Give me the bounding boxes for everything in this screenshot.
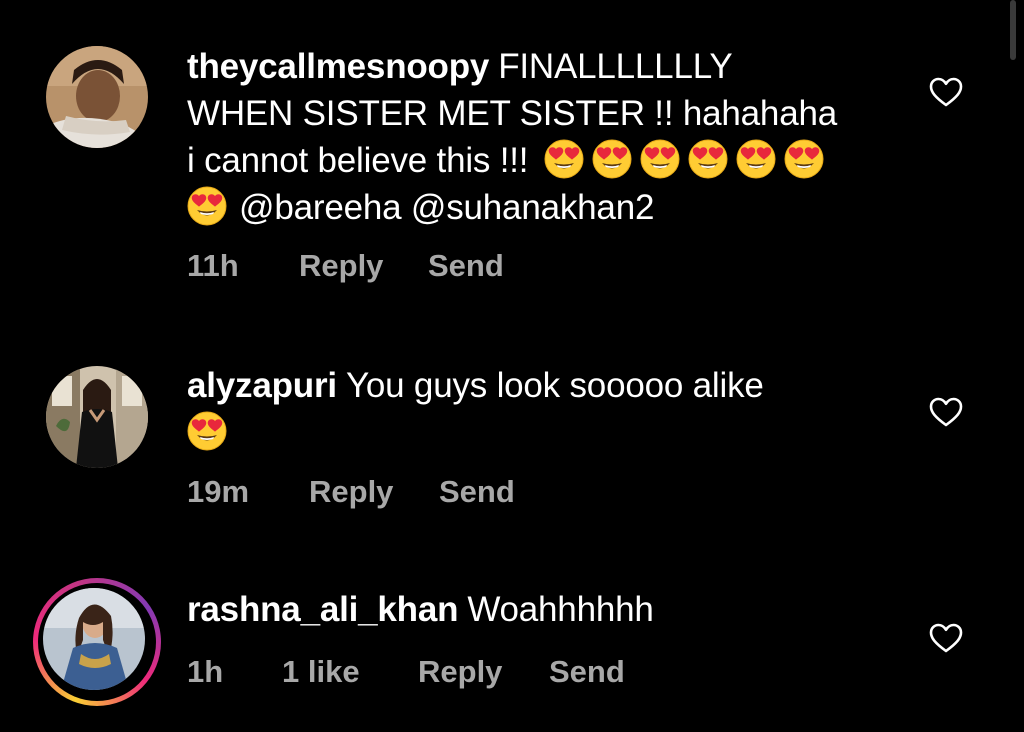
heart-eyes-emoji [784,139,824,179]
heart-outline-icon[interactable] [929,76,963,108]
comment-body-line: You guys look sooooo alike [345,366,764,405]
heart-outline-icon[interactable] [929,396,963,428]
like-count[interactable]: 1 like [282,654,418,690]
comment-time: 19m [187,474,250,509]
comment-meta: 11h Reply Send [187,248,504,284]
comment-username[interactable]: theycallmesnoopy [187,47,489,86]
comment-username[interactable]: alyzapuri [187,366,337,405]
comment-username[interactable]: rashna_ali_khan [187,590,459,629]
send-button[interactable]: Send [439,474,515,510]
heart-eyes-emoji [187,186,227,226]
comment-time: 11h [187,248,239,283]
comment-body-line: WHEN SISTER MET SISTER !! hahahaha [187,94,837,133]
comment-body-line: FINALLLLLLLY [498,47,733,86]
story-ring[interactable] [33,578,161,706]
comment-text: rashna_ali_khan Woahhhhhh [187,586,907,633]
mentions[interactable]: @bareeha @suhanakhan2 [239,188,654,227]
comment-body-line: i cannot believe this !!! [187,141,529,180]
reply-button[interactable]: Reply [309,474,439,510]
heart-eyes-emoji [187,411,227,451]
heart-eyes-emoji [688,139,728,179]
avatar[interactable] [46,46,148,148]
heart-eyes-emoji [592,139,632,179]
comment-time: 1h [187,654,224,689]
comment-text: theycallmesnoopy FINALLLLLLLY WHEN SISTER… [187,43,907,231]
avatar[interactable] [43,588,145,690]
comment-meta: 19m Reply Send [187,474,515,510]
heart-outline-icon[interactable] [929,622,963,654]
heart-eyes-emoji [736,139,776,179]
avatar[interactable] [46,366,148,468]
comment-body-line: Woahhhhhh [467,590,654,629]
heart-eyes-emoji [640,139,680,179]
send-button[interactable]: Send [428,248,504,284]
reply-button[interactable]: Reply [299,248,428,284]
comment-meta: 1h 1 like Reply Send [187,654,625,690]
reply-button[interactable]: Reply [418,654,549,690]
heart-eyes-emoji [544,139,584,179]
send-button[interactable]: Send [549,654,625,690]
comment-text: alyzapuri You guys look sooooo alike [187,362,907,456]
scrollbar[interactable] [1010,0,1016,60]
